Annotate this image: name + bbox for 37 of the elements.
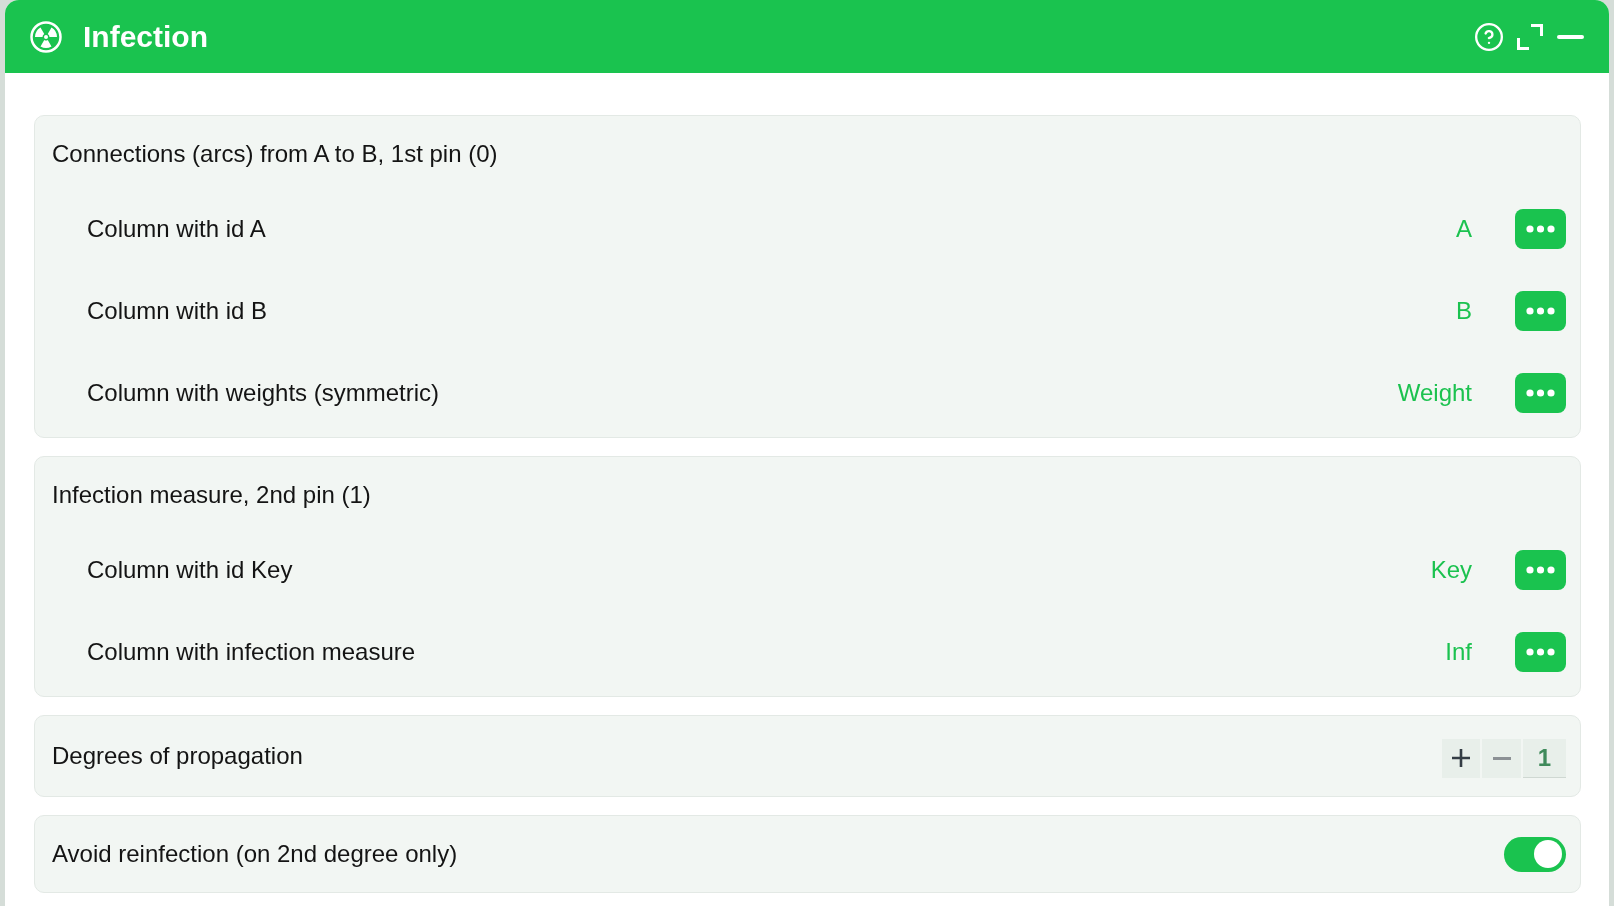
more-button[interactable] — [1515, 632, 1566, 672]
more-button[interactable] — [1515, 373, 1566, 413]
column-value: Inf — [1445, 637, 1472, 667]
minus-icon — [1492, 756, 1511, 760]
help-icon — [1475, 22, 1503, 51]
section-title: Infection measure, 2nd pin (1) — [52, 480, 372, 510]
more-icon — [1526, 225, 1555, 233]
help-button[interactable] — [1475, 22, 1503, 51]
more-icon — [1526, 566, 1555, 574]
toggle-knob — [1534, 840, 1562, 868]
more-button[interactable] — [1515, 209, 1566, 249]
expand-icon — [1517, 23, 1543, 50]
minimize-icon — [1557, 34, 1584, 39]
window-title: Infection — [83, 19, 208, 55]
field-label: Column with weights (symmetric) — [87, 378, 440, 408]
expand-button[interactable] — [1517, 23, 1543, 50]
toggle-switch[interactable] — [1504, 836, 1566, 872]
field-label: Column with id B — [87, 296, 268, 326]
field-label: Column with id Key — [87, 555, 293, 585]
more-icon — [1526, 648, 1555, 656]
section-title: Degrees of propagation — [52, 741, 303, 771]
section-title: Avoid reinfection (on 2nd degree only) — [52, 839, 458, 869]
more-icon — [1526, 389, 1555, 397]
column-value: Key — [1430, 555, 1472, 585]
column-value: Weight — [1397, 378, 1472, 408]
number-field[interactable]: 1 — [1523, 738, 1566, 778]
column-value: B — [1456, 296, 1472, 326]
increase-button[interactable] — [1442, 738, 1480, 778]
plus-icon — [1452, 749, 1470, 767]
field-label: Column with id A — [87, 214, 266, 244]
section-title: Connections (arcs) from A to B, 1st pin (0) — [52, 139, 499, 169]
more-button[interactable] — [1515, 291, 1566, 331]
radiation-icon — [30, 20, 62, 53]
field-label: Column with infection measure — [87, 637, 416, 667]
more-icon — [1526, 307, 1555, 315]
column-value: A — [1456, 214, 1472, 244]
more-button[interactable] — [1515, 550, 1566, 590]
